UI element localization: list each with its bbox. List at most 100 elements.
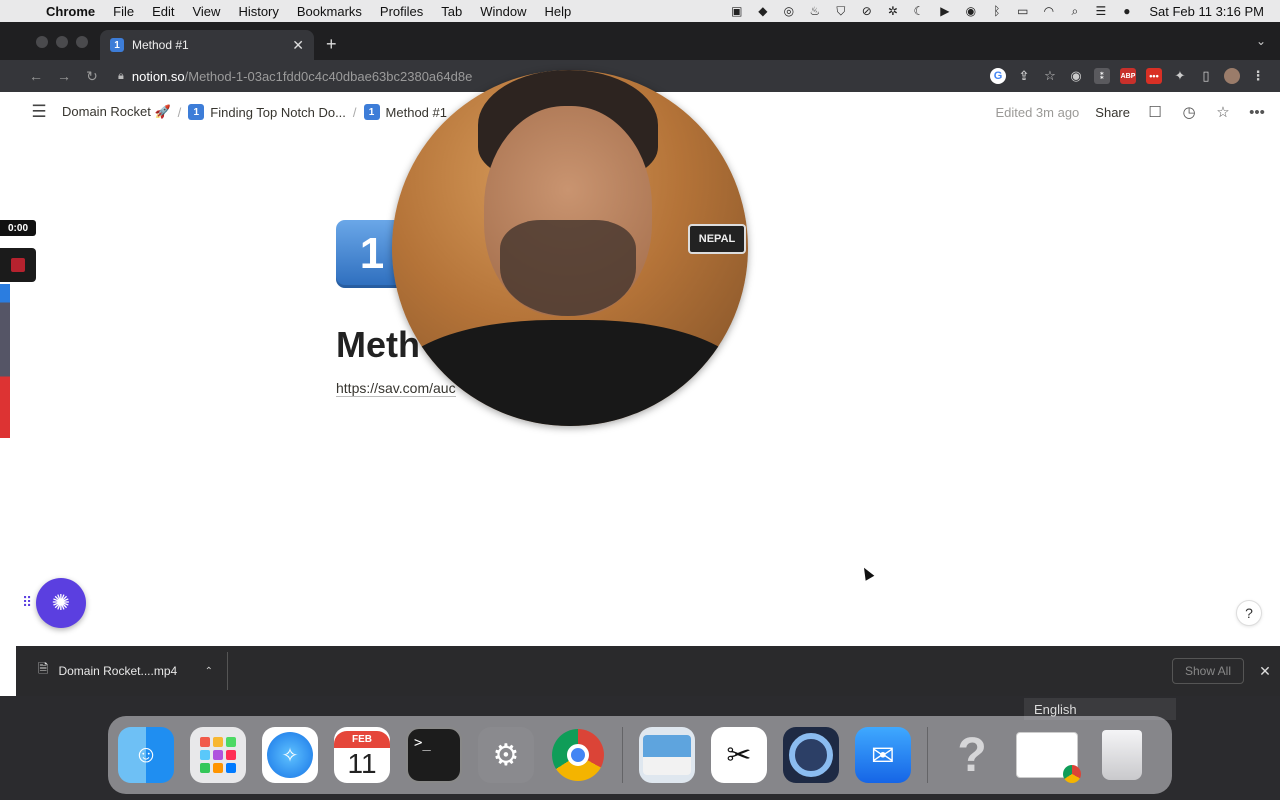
calendar-day: 11 (347, 747, 377, 779)
breadcrumb-label: Domain Rocket 🚀 (62, 104, 171, 119)
minimized-window-thumbnail[interactable] (1016, 732, 1081, 783)
webcam-bubble[interactable]: NEPAL (392, 70, 748, 426)
share-page-icon[interactable]: ⇪ (1016, 68, 1032, 84)
sidebar-menu-icon[interactable]: ☰ (16, 102, 62, 122)
breadcrumb-method-1[interactable]: 1 Method #1 (363, 104, 447, 120)
forward-arrow-icon[interactable]: → (50, 68, 78, 84)
minimize-window-button[interactable] (56, 36, 68, 48)
launchpad-grid (200, 737, 236, 773)
vpn-shield-icon[interactable]: ◆ (755, 4, 770, 19)
menu-view[interactable]: View (183, 4, 229, 19)
close-downloads-icon[interactable]: ✕ (1250, 663, 1280, 680)
drag-handle-icon[interactable]: ⠿ (22, 594, 32, 611)
calendar-icon[interactable]: FEB 11 (334, 727, 390, 783)
show-all-button[interactable]: Show All (1171, 658, 1244, 684)
circle-slash-icon[interactable]: ⊘ (859, 4, 874, 19)
menu-edit[interactable]: Edit (143, 4, 183, 19)
reload-icon[interactable]: ↻ (78, 68, 106, 85)
control-center-icon[interactable]: ☰ (1093, 4, 1108, 19)
tab-method-1[interactable]: 1 Method #1 ✕ (100, 30, 314, 60)
share-button[interactable]: Share (1095, 105, 1130, 120)
chrome-badge-icon (1063, 765, 1081, 783)
extensions-puzzle-icon[interactable]: ✦ (1172, 68, 1188, 84)
terminal-icon[interactable]: >_ (406, 727, 462, 783)
breadcrumb-finding-top-notch[interactable]: 1 Finding Top Notch Do... (188, 104, 346, 120)
back-arrow-icon[interactable]: ← (22, 68, 50, 84)
chrome-icon[interactable] (550, 727, 606, 783)
help-button[interactable]: ? (1236, 600, 1262, 626)
updates-clock-icon[interactable]: ◷ (1180, 103, 1198, 121)
play-circle-icon[interactable]: ▶ (937, 4, 952, 19)
webcam-license-plate: NEPAL (688, 224, 746, 254)
moon-icon[interactable]: ☾ (911, 4, 926, 19)
dock-separator (927, 727, 928, 783)
tab-bar: 1 Method #1 ✕ + ⌄ (0, 22, 1280, 60)
webcam-presenter-beard (500, 220, 636, 316)
breadcrumb-label: Finding Top Notch Do... (210, 104, 346, 120)
menu-help[interactable]: Help (536, 4, 581, 19)
macos-dock: ☺ ✧ FEB 11 >_ ⚙ ✂ ✉ ? (108, 716, 1172, 794)
preview-picture (643, 735, 691, 775)
url-host: notion.so (131, 68, 185, 84)
recording-timer: 0:00 (0, 220, 36, 236)
google-extension-icon[interactable]: G (990, 68, 1006, 84)
spotlight-search-icon[interactable]: ⌕ (1067, 4, 1082, 19)
camera-extension-icon[interactable]: ◉ (1068, 68, 1084, 84)
capcut-icon[interactable]: ✂ (711, 727, 767, 783)
url-path: /Method-1-03ac1fdd0c4c40dbae63bc2380a64d… (184, 68, 473, 84)
creative-cloud-icon[interactable]: ◎ (781, 4, 796, 19)
chevron-up-icon[interactable]: ⌃ (205, 666, 213, 677)
gray-extension-icon[interactable]: ⁑ (1094, 68, 1110, 84)
file-icon: 🗎 (38, 661, 49, 676)
bookmark-star-icon[interactable]: ☆ (1042, 68, 1058, 84)
quicktime-icon[interactable] (783, 727, 839, 783)
safari-icon[interactable]: ✧ (262, 727, 318, 783)
breadcrumb-domain-rocket[interactable]: Domain Rocket 🚀 (62, 104, 171, 120)
comments-icon[interactable]: ☐ (1146, 103, 1164, 121)
unknown-app-question-icon[interactable]: ? (944, 727, 1000, 783)
chrome-logo (552, 729, 604, 781)
stop-recording-button[interactable] (0, 248, 36, 282)
menu-window[interactable]: Window (471, 4, 535, 19)
close-tab-icon[interactable]: ✕ (292, 37, 304, 54)
screen-share-icon[interactable]: ▣ (729, 4, 744, 19)
menu-file[interactable]: File (104, 4, 143, 19)
profile-avatar-icon[interactable] (1224, 68, 1240, 84)
mail-icon[interactable]: ✉ (855, 727, 911, 783)
adblock-plus-icon[interactable]: ABP (1120, 68, 1136, 84)
close-window-button[interactable] (36, 36, 48, 48)
sidebar-toggle-icon[interactable]: ▯ (1198, 68, 1214, 84)
shield-icon[interactable]: ⛉ (833, 4, 848, 19)
menu-history[interactable]: History (229, 4, 287, 19)
menu-profiles[interactable]: Profiles (371, 4, 432, 19)
red-extension-icon[interactable]: ••• (1146, 68, 1162, 84)
lock-icon[interactable]: 🔒︎ (118, 70, 124, 83)
siri-icon[interactable]: ● (1119, 4, 1134, 19)
tab-search-chevron-icon[interactable]: ⌄ (1256, 34, 1266, 48)
finder-icon[interactable]: ☺ (118, 727, 174, 783)
wifi-icon[interactable]: ◠ (1041, 4, 1056, 19)
recorder-launcher-button[interactable]: ✺ (36, 578, 86, 628)
menu-app-chrome[interactable]: Chrome (46, 4, 104, 19)
download-item[interactable]: 🗎 Domain Rocket....mp4 ⌃ (16, 652, 228, 690)
gear-status-icon[interactable]: ✲ (885, 4, 900, 19)
bluetooth-icon[interactable]: ᛒ (989, 4, 1004, 19)
trash-icon[interactable] (1094, 727, 1150, 783)
battery-icon[interactable]: ▭ (1015, 4, 1030, 19)
favorite-star-icon[interactable]: ☆ (1214, 103, 1232, 121)
menubar-clock[interactable]: Sat Feb 11 3:16 PM (1149, 4, 1264, 19)
launchpad-icon[interactable] (190, 727, 246, 783)
zoom-window-button[interactable] (76, 36, 88, 48)
edited-timestamp[interactable]: Edited 3m ago (995, 105, 1079, 120)
address-bar[interactable]: 🔒︎ notion.so/Method-1-03ac1fdd0c4c40dbae… (118, 69, 472, 84)
flame-icon[interactable]: ♨ (807, 4, 822, 19)
browser-menu-icon[interactable]: ⋮ (1250, 68, 1266, 84)
menu-tab[interactable]: Tab (432, 4, 471, 19)
more-options-icon[interactable]: ••• (1248, 104, 1266, 121)
tab-title: Method #1 (132, 38, 189, 52)
menu-bookmarks[interactable]: Bookmarks (288, 4, 371, 19)
system-settings-icon[interactable]: ⚙ (478, 727, 534, 783)
preview-icon[interactable] (639, 727, 695, 783)
new-tab-icon[interactable]: + (326, 34, 337, 55)
record-circle-icon[interactable]: ◉ (963, 4, 978, 19)
